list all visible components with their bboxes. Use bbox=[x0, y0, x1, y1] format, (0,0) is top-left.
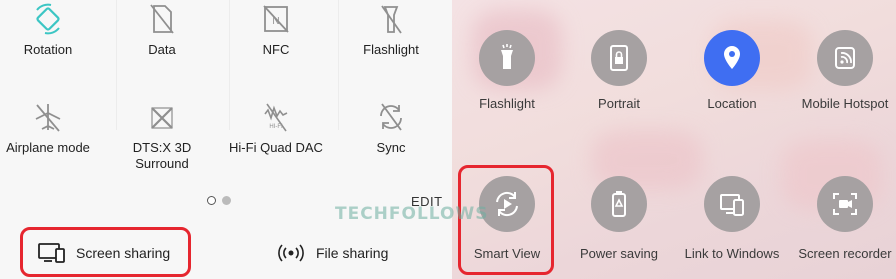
tile-flashlight[interactable]: Flashlight bbox=[336, 2, 446, 58]
tile-airplane-mode[interactable]: Airplane mode bbox=[0, 100, 103, 156]
tile-flashlight[interactable]: Flashlight bbox=[452, 30, 562, 112]
tile-label: Power saving bbox=[579, 246, 659, 261]
tile-label: Mobile Hotspot bbox=[801, 96, 889, 111]
toggle-circle-active bbox=[704, 30, 760, 86]
file-sharing-label: File sharing bbox=[316, 245, 389, 261]
tile-label: Screen recorder bbox=[798, 246, 892, 261]
toggle-circle bbox=[704, 176, 760, 232]
file-sharing-icon bbox=[278, 244, 304, 262]
portrait-lock-icon bbox=[610, 45, 628, 71]
tile-label: Rotation bbox=[23, 42, 73, 57]
flashlight-icon bbox=[501, 44, 513, 69]
tile-label: Flashlight bbox=[479, 96, 535, 111]
tile-location[interactable]: Location bbox=[677, 30, 787, 112]
tile-label: NFC bbox=[262, 42, 290, 57]
tile-label: Data bbox=[148, 42, 176, 57]
tile-link-to-windows[interactable]: Link to Windows bbox=[677, 176, 787, 262]
screen-sharing-icon bbox=[38, 243, 65, 263]
tile-dtsx[interactable]: DTS:X 3D Surround bbox=[107, 100, 217, 172]
rotation-icon bbox=[36, 3, 60, 35]
hotspot-icon bbox=[835, 47, 855, 69]
quick-settings-panel-light: Rotation Data N NFC Flashlight Airplane … bbox=[0, 0, 452, 279]
tile-label: Link to Windows bbox=[684, 246, 780, 261]
data-icon bbox=[150, 4, 174, 34]
tile-label: Flashlight bbox=[363, 42, 419, 57]
hifi-dac-icon: HI-FI bbox=[264, 103, 288, 132]
toggle-circle bbox=[591, 176, 647, 232]
watermark-text: TECHFOLLOWS bbox=[335, 204, 489, 224]
tile-portrait[interactable]: Portrait bbox=[564, 30, 674, 112]
tile-label: Location bbox=[707, 96, 757, 111]
tile-screen-recorder[interactable]: Screen recorder bbox=[790, 176, 896, 262]
tile-label: DTS:X 3D Surround bbox=[132, 140, 192, 171]
file-sharing-button[interactable]: File sharing bbox=[276, 243, 388, 263]
airplane-icon bbox=[35, 104, 61, 132]
nfc-icon: N bbox=[263, 5, 289, 33]
battery-icon bbox=[612, 191, 626, 217]
tile-hifi-dac[interactable]: HI-FI Hi-Fi Quad DAC bbox=[221, 100, 331, 156]
tile-mobile-hotspot[interactable]: Mobile Hotspot bbox=[790, 30, 896, 112]
page-dot-active bbox=[207, 196, 216, 205]
sync-icon bbox=[380, 103, 402, 131]
dtsx-icon bbox=[151, 107, 173, 129]
tile-nfc[interactable]: N NFC bbox=[221, 2, 331, 58]
quick-settings-panel-blurred: Flashlight Portrait Location Mobile Hots… bbox=[452, 0, 896, 279]
tile-label: Sync bbox=[376, 140, 406, 155]
location-pin-icon bbox=[724, 46, 740, 69]
tile-label: Portrait bbox=[598, 96, 640, 111]
page-dot bbox=[222, 196, 231, 205]
tile-label: Airplane mode bbox=[6, 140, 90, 155]
tile-power-saving[interactable]: Power saving bbox=[564, 176, 674, 262]
tile-sync[interactable]: Sync bbox=[336, 100, 446, 156]
screen-sharing-label: Screen sharing bbox=[76, 245, 171, 261]
screen-recorder-icon bbox=[833, 193, 857, 215]
toggle-circle bbox=[817, 176, 873, 232]
flashlight-icon bbox=[381, 5, 402, 34]
toggle-circle bbox=[479, 30, 535, 86]
screen-sharing-button[interactable]: Screen sharing bbox=[38, 243, 170, 263]
link-windows-icon bbox=[720, 194, 744, 216]
toggle-circle bbox=[817, 30, 873, 86]
tile-data[interactable]: Data bbox=[107, 2, 217, 58]
tile-label: Hi-Fi Quad DAC bbox=[229, 140, 323, 155]
toggle-circle bbox=[591, 30, 647, 86]
page-indicator bbox=[207, 196, 231, 205]
tile-rotation[interactable]: Rotation bbox=[0, 2, 103, 58]
